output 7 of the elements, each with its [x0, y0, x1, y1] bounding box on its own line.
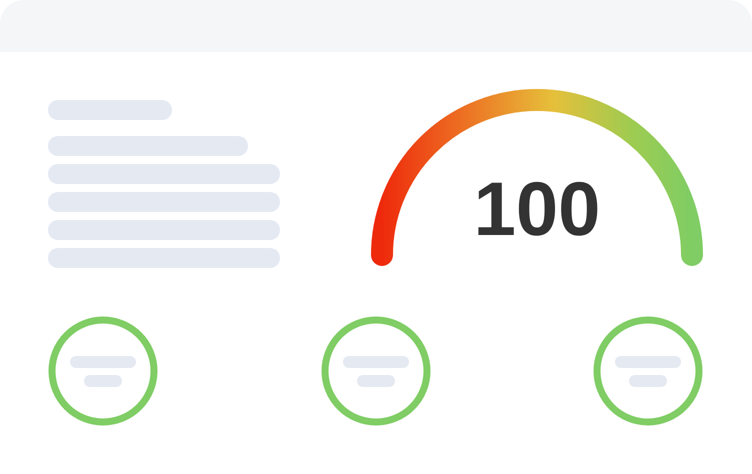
placeholder-bar [84, 375, 122, 387]
score-value: 100 [474, 167, 600, 252]
placeholder-bar [356, 375, 394, 387]
placeholder-bar [629, 375, 667, 387]
placeholder-bar [70, 356, 136, 368]
placeholder-bar [615, 356, 681, 368]
placeholder-bar [342, 356, 408, 368]
